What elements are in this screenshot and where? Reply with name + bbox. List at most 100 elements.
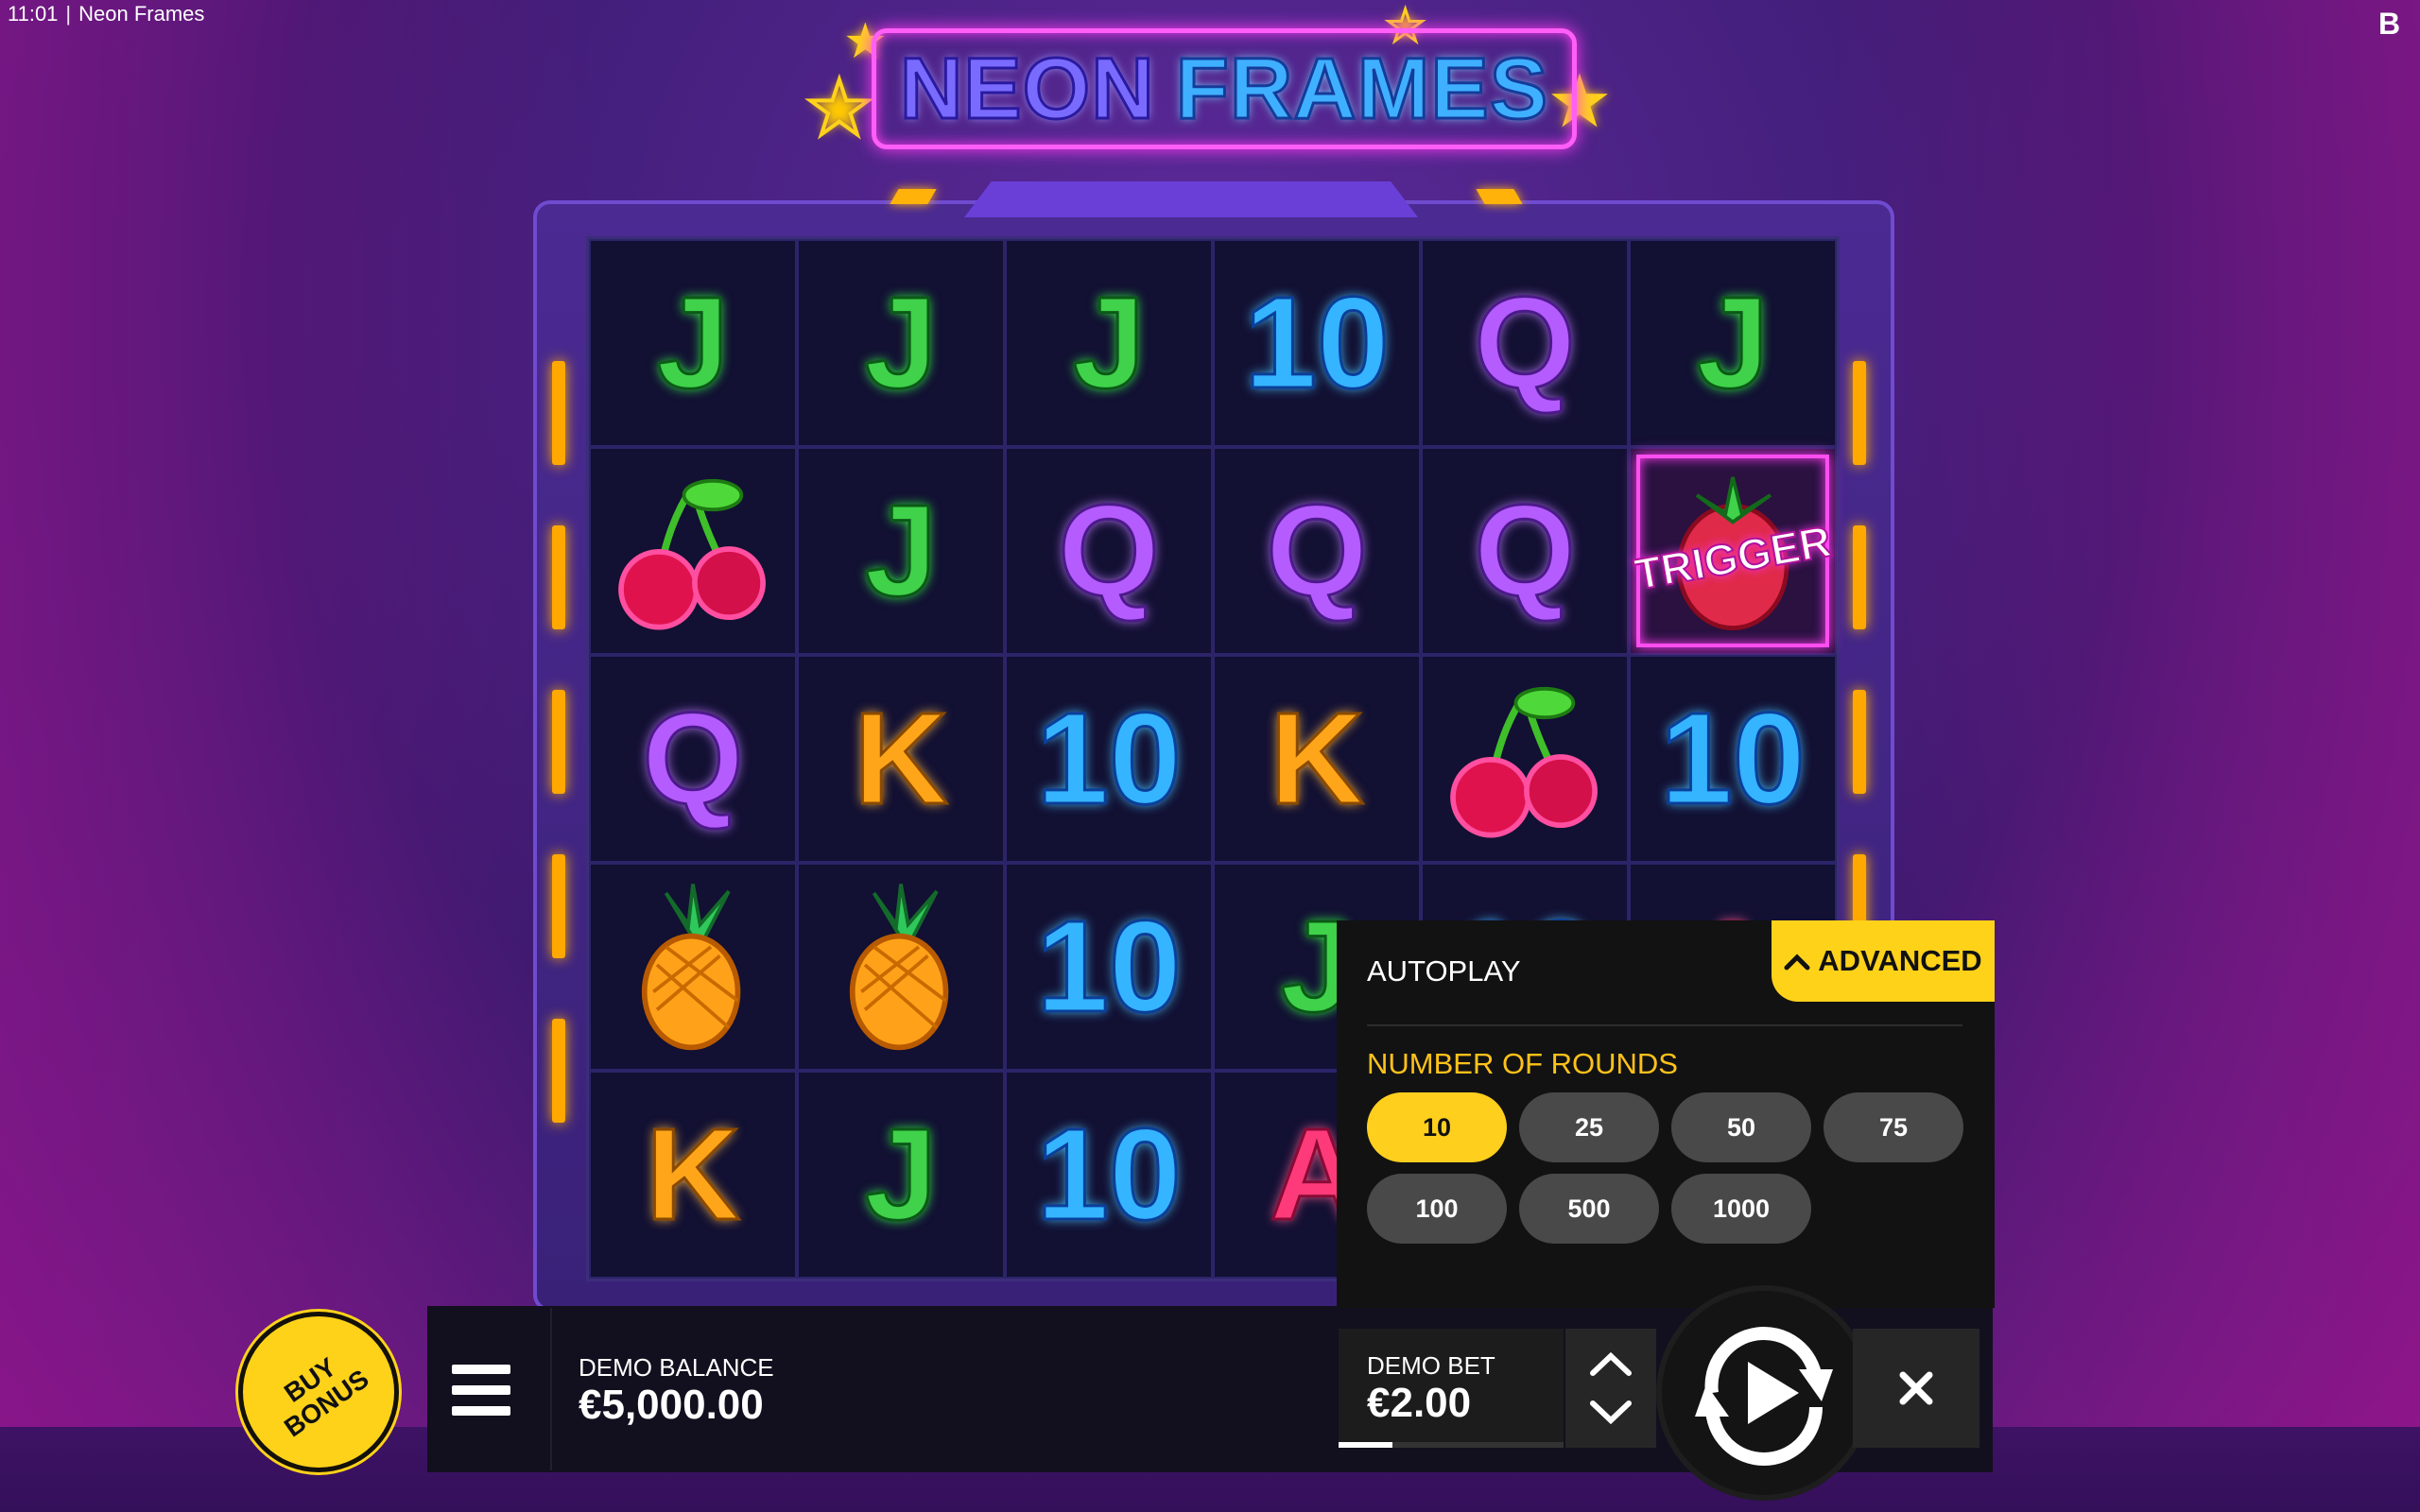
reel-cell: K xyxy=(589,1071,797,1279)
reel-cell: J xyxy=(589,239,797,447)
reel-cell xyxy=(1421,655,1629,863)
cherry-symbol xyxy=(1435,667,1615,851)
reel-cell: 10 xyxy=(1005,863,1213,1071)
advanced-button[interactable]: ADVANCED xyxy=(1772,920,1995,1002)
status-bar: 11:01 | Neon Frames xyxy=(8,2,204,26)
symbol-j: J xyxy=(863,478,939,624)
symbol-q: Q xyxy=(1473,270,1577,416)
balance-label: DEMO BALANCE xyxy=(579,1353,774,1382)
bet-stepper[interactable] xyxy=(1565,1329,1656,1448)
symbol-k: K xyxy=(853,686,950,832)
reel-cell: K xyxy=(797,655,1005,863)
reel-cell: J xyxy=(1005,239,1213,447)
star-icon: ★ xyxy=(804,64,875,152)
frame-top-panel xyxy=(964,181,1418,217)
bet-display: DEMO BET €2.00 xyxy=(1339,1329,1564,1448)
reel-cell: 10 xyxy=(1213,239,1421,447)
logo-word-neon: NEON xyxy=(898,39,1155,138)
bet-label: DEMO BET xyxy=(1367,1351,1495,1380)
frame-lamp xyxy=(1476,189,1523,204)
cherry-symbol xyxy=(603,459,783,644)
autoplay-spin-icon xyxy=(1695,1327,1833,1466)
reel-cell: J xyxy=(797,239,1005,447)
symbol-10: 10 xyxy=(1035,1102,1183,1247)
symbol-q: Q xyxy=(1473,478,1577,624)
reel-cell xyxy=(589,863,797,1071)
symbol-j: J xyxy=(1695,270,1771,416)
reel-cell: 10 xyxy=(1629,655,1837,863)
reel-cell: Q xyxy=(1005,447,1213,655)
reel-cell: Q xyxy=(1421,447,1629,655)
menu-icon-line xyxy=(452,1385,510,1395)
bet-level-fill xyxy=(1339,1442,1393,1448)
round-option-50[interactable]: 50 xyxy=(1671,1092,1811,1162)
round-option-500[interactable]: 500 xyxy=(1519,1174,1659,1244)
close-autoplay-button[interactable] xyxy=(1853,1329,1979,1448)
reel-cell: Q xyxy=(1421,239,1629,447)
symbol-10: 10 xyxy=(1659,686,1806,832)
reel-cell: J xyxy=(797,447,1005,655)
side-light xyxy=(552,361,565,465)
rounds-options: 10 25 50 75 100 500 1000 xyxy=(1367,1092,1972,1244)
bar-divider xyxy=(550,1308,552,1470)
reel-cell: J xyxy=(1629,239,1837,447)
reel-cell: 10 xyxy=(1005,655,1213,863)
bet-value: €2.00 xyxy=(1367,1380,1472,1426)
side-light xyxy=(552,525,565,629)
logo-word-frames: FRAMES xyxy=(1174,39,1549,138)
reel-cell: Q xyxy=(589,655,797,863)
symbol-q: Q xyxy=(641,686,745,832)
menu-button[interactable] xyxy=(452,1338,522,1442)
reel-cell: Q xyxy=(1213,447,1421,655)
buy-bonus-button[interactable]: BUY BONUS xyxy=(238,1312,399,1472)
rounds-label: NUMBER OF ROUNDS xyxy=(1367,1047,1678,1080)
symbol-q: Q xyxy=(1265,478,1369,624)
symbol-j: J xyxy=(655,270,731,416)
buy-bonus-label: BUY BONUS xyxy=(279,1351,374,1443)
reel-cell xyxy=(589,447,797,655)
reel-cell: 10 xyxy=(1005,1071,1213,1279)
advanced-label: ADVANCED xyxy=(1818,944,1982,977)
reel-cell: K xyxy=(1213,655,1421,863)
chevron-down-icon[interactable] xyxy=(1589,1400,1633,1424)
round-option-1000[interactable]: 1000 xyxy=(1671,1174,1811,1244)
round-option-25[interactable]: 25 xyxy=(1519,1092,1659,1162)
reel-cell xyxy=(797,863,1005,1071)
autoplay-spin-button[interactable] xyxy=(1656,1285,1872,1501)
symbol-k: K xyxy=(645,1102,742,1247)
reel-cell: TRIGGER xyxy=(1629,447,1837,655)
symbol-k: K xyxy=(1269,686,1366,832)
pineapple-symbol xyxy=(603,875,783,1059)
menu-icon-line xyxy=(452,1365,510,1374)
game-logo: NEON FRAMES xyxy=(872,28,1577,149)
autoplay-title: AUTOPLAY xyxy=(1367,954,1521,988)
chevron-up-icon xyxy=(1784,954,1810,971)
status-time: 11:01 xyxy=(8,2,59,26)
side-light xyxy=(1853,690,1866,794)
panel-divider xyxy=(1367,1024,1962,1026)
close-icon xyxy=(1899,1371,1933,1405)
side-light xyxy=(552,854,565,958)
side-light xyxy=(1853,525,1866,629)
reel-cell: J xyxy=(797,1071,1005,1279)
symbol-j: J xyxy=(1071,270,1147,416)
status-app-title: Neon Frames xyxy=(78,2,205,26)
brand-logo-icon: B xyxy=(2378,7,2401,41)
bet-level-bar xyxy=(1339,1442,1564,1448)
symbol-q: Q xyxy=(1057,478,1161,624)
round-option-75[interactable]: 75 xyxy=(1824,1092,1963,1162)
round-option-10[interactable]: 10 xyxy=(1367,1092,1507,1162)
status-separator: | xyxy=(65,2,72,26)
symbol-10: 10 xyxy=(1035,686,1183,832)
balance-value: €5,000.00 xyxy=(579,1382,764,1428)
side-light xyxy=(552,1019,565,1123)
menu-icon-line xyxy=(452,1406,510,1416)
autoplay-panel: AUTOPLAY ADVANCED NUMBER OF ROUNDS 10 25 5… xyxy=(1337,920,1995,1308)
side-light xyxy=(552,690,565,794)
symbol-j: J xyxy=(863,270,939,416)
chevron-up-icon[interactable] xyxy=(1589,1352,1633,1377)
pineapple-symbol xyxy=(811,875,991,1059)
round-option-100[interactable]: 100 xyxy=(1367,1174,1507,1244)
symbol-j: J xyxy=(863,1102,939,1247)
symbol-10: 10 xyxy=(1243,270,1391,416)
